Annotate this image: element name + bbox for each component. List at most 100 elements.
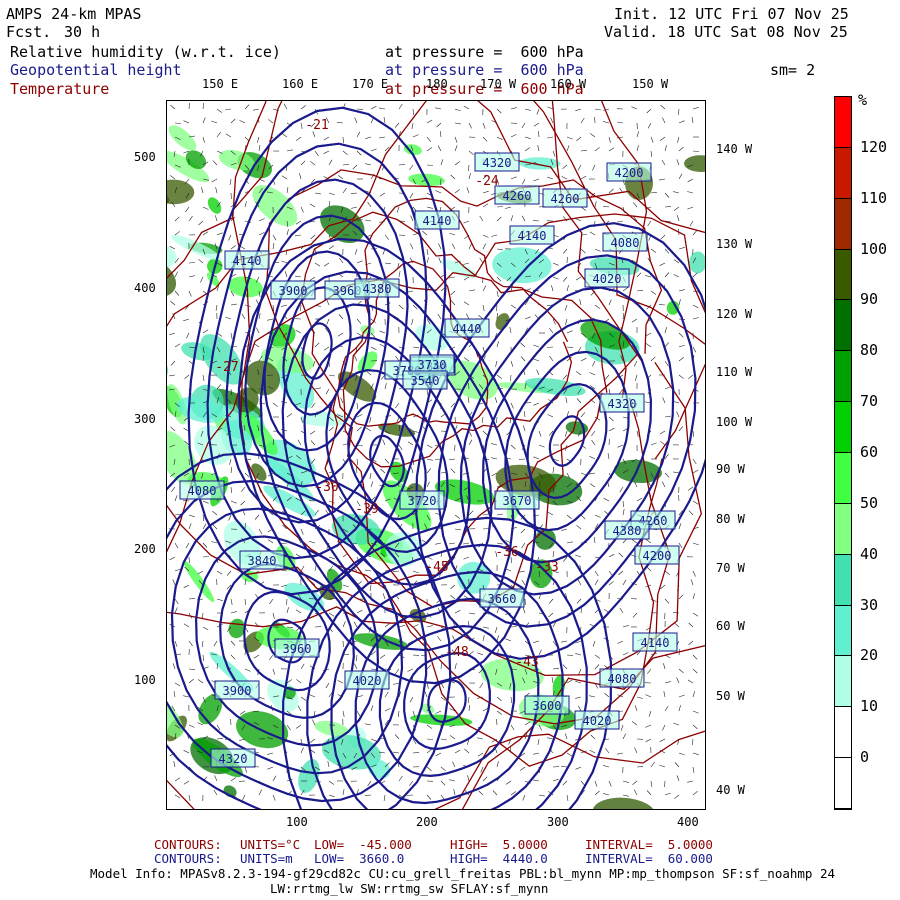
colorbar-segment [835,147,851,199]
svg-text:3660: 3660 [488,592,517,606]
height-contour-label: 4020 [574,710,620,730]
svg-text:4260: 4260 [503,189,532,203]
height-contour-label: 4320 [474,152,520,172]
temperature-contour-label: -45 [425,560,448,575]
longitude-right-label: 40 W [716,783,745,797]
svg-text:3900: 3900 [279,284,308,298]
colorbar-segment [835,758,851,809]
valid-time: Valid. 18 UTC Sat 08 Nov 25 [604,23,848,41]
longitude-right-label: 130 W [716,237,753,251]
field-rh-level: at pressure = 600 hPa [385,43,584,61]
weather-map: 4320 4260 4260 4200 4140 4140 4080 4020 3960 3900… [166,100,706,810]
x-tick-label: 400 [677,815,699,829]
longitude-right-label: 90 W [716,462,745,476]
height-contour-label: 3720 [399,490,445,510]
svg-text:3730: 3730 [418,358,447,372]
longitude-top-label: 180 [426,77,448,91]
longitude-right-label: 70 W [716,561,745,575]
svg-text:4020: 4020 [583,714,612,728]
temperature-contour-label: -43 [515,655,538,670]
svg-text:3840: 3840 [248,554,277,568]
height-contour-label: 4020 [344,670,390,690]
height-contour-label: 3600 [524,695,570,715]
y-tick-label: 400 [134,281,156,295]
height-contour-label: 4140 [414,210,460,230]
forecast-value: 30 h [64,23,101,41]
model-info-line-2: LW:rrtmg_lw SW:rrtmg_sw SFLAY:sf_mynn [270,881,549,896]
model-info-line-1: Model Info: MPASv8.2.3-194-gf29cd82c CU:… [90,866,836,881]
svg-text:4140: 4140 [423,214,452,228]
model-title: AMPS 24-km MPAS [6,5,142,23]
svg-text:4080: 4080 [188,484,217,498]
temp-contours-label: CONTOURS: [154,837,222,852]
colorbar-segment [835,707,851,759]
height-contours-high: HIGH= 4440.0 [450,851,548,866]
longitude-right-label: 80 W [716,512,745,526]
colorbar-label: 100 [860,239,888,258]
longitude-top-label: 170 W [480,77,517,91]
svg-text:3670: 3670 [503,494,532,508]
colorbar [834,96,852,810]
temperature-contour-label: -39 [355,502,378,517]
svg-text:4140: 4140 [233,254,262,268]
svg-text:4080: 4080 [608,672,637,686]
svg-text:4140: 4140 [641,636,670,650]
height-contour-label: 4080 [599,668,645,688]
height-contour-label: 3660 [479,588,525,608]
temp-contours-interval: INTERVAL= 5.0000 [585,837,713,852]
height-contour-label: 3540 [402,370,448,390]
weather-map-canvas: 4320 4260 4260 4200 4140 4140 4080 4020 3960 3900… [167,101,705,809]
height-contour-label: 4020 [584,268,630,288]
colorbar-segment [835,503,851,555]
colorbar-label: 20 [860,646,879,665]
svg-text:4200: 4200 [615,166,644,180]
colorbar-label: 10 [860,697,879,716]
svg-text:4380: 4380 [613,524,642,538]
temp-contours-low: LOW= -45.000 [314,837,412,852]
svg-text:4200: 4200 [643,549,672,563]
height-contour-label: 4140 [509,225,555,245]
svg-text:4140: 4140 [518,229,547,243]
height-contours-label: CONTOURS: [154,851,222,866]
temperature-contour-label: -30 [315,480,338,495]
temp-contours-high: HIGH= 5.0000 [450,837,548,852]
height-contour-label: 3670 [494,490,540,510]
height-contours-units: UNITS=m [240,851,293,866]
y-tick-label: 500 [134,150,156,164]
x-tick-label: 300 [547,815,569,829]
temperature-contour-label: -33 [535,560,558,575]
svg-text:4320: 4320 [608,397,637,411]
temperature-contour-label: -36 [495,545,518,560]
colorbar-segment [835,300,851,352]
colorbar-segment [835,249,851,301]
svg-text:3720: 3720 [408,494,437,508]
height-contour-label: 4200 [634,545,680,565]
temp-contours-units: UNITS=°C [240,837,301,852]
height-contour-label: 4140 [224,250,270,270]
longitude-top-label: 160 E [282,77,319,91]
temperature-contour-label: -48 [445,645,468,660]
x-tick-label: 200 [416,815,438,829]
longitude-right-label: 140 W [716,142,753,156]
colorbar-segment [835,402,851,453]
svg-text:4320: 4320 [483,156,512,170]
field-temp-name: Temperature [10,80,110,98]
colorbar-label: 90 [860,290,879,309]
svg-text:3900: 3900 [223,684,252,698]
svg-text:3960: 3960 [283,642,312,656]
height-contour-label: 3840 [239,550,285,570]
height-contour-label: 4260 [494,185,540,205]
svg-text:4260: 4260 [551,192,580,206]
svg-text:4020: 4020 [353,674,382,688]
height-contour-label: 3730 [409,354,455,374]
field-height-name: Geopotential height [10,61,182,79]
colorbar-segment [835,554,851,606]
x-tick-label: 100 [286,815,308,829]
height-contour-label: 4320 [599,393,645,413]
height-contour-label: 4260 [542,188,588,208]
longitude-top-label: 160 W [550,77,587,91]
colorbar-segment [835,97,851,148]
height-contour-label: 4320 [210,748,256,768]
temperature-contour-label: -24 [475,174,499,189]
smoothing-label: sm= 2 [770,61,816,79]
